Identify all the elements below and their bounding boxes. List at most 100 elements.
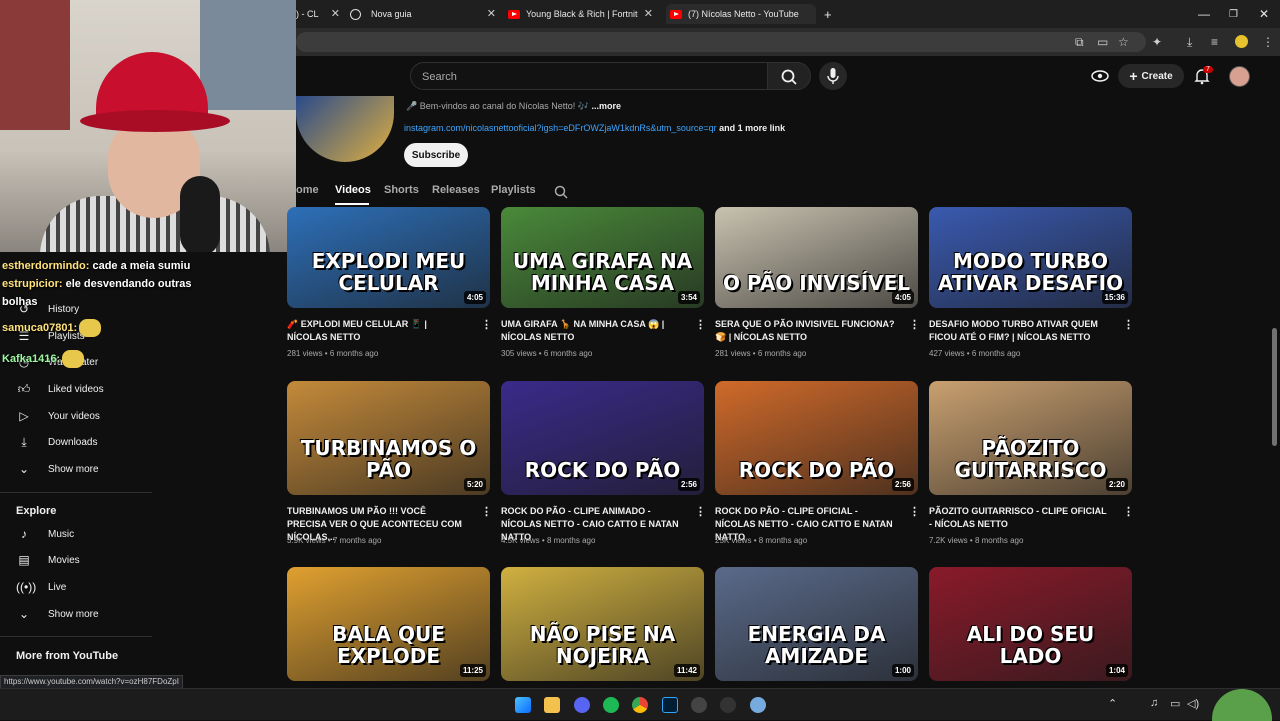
create-button[interactable]: + Create [1118, 64, 1184, 88]
address-input[interactable] [296, 32, 1146, 52]
video-title[interactable]: 🧨 EXPLODI MEU CELULAR 📱 | NÍCOLAS NETTO [287, 318, 467, 344]
volume-icon[interactable]: ◁) [1187, 697, 1199, 710]
bookmark-star-icon[interactable]: ☆ [1118, 35, 1129, 49]
spotify-icon[interactable] [603, 697, 619, 713]
video-menu-icon[interactable]: ⋮ [909, 505, 920, 518]
discord-icon[interactable] [574, 697, 590, 713]
create-label: Create [1141, 70, 1173, 82]
browser-tab[interactable]: Young Black & Rich | Fortnite E ✕ [508, 4, 653, 24]
downloads-icon[interactable]: ⤓ [1187, 35, 1192, 50]
eye-icon[interactable] [1090, 68, 1110, 84]
browser-menu-icon[interactable]: ⋮ [1262, 35, 1274, 49]
video-duration: 11:42 [673, 664, 700, 677]
chat-text: ele desvendando outras [65, 278, 192, 290]
thumbnail-text: NÃO PISE NA NOJEIRA [529, 622, 676, 668]
video-thumbnail[interactable]: NÃO PISE NA NOJEIRA 11:42 [501, 567, 704, 681]
video-meta: 281 views • 6 months ago [715, 349, 806, 358]
sidebar-item-downloads[interactable]: ⤓ Downloads [16, 432, 97, 452]
page-scrollbar[interactable] [1272, 328, 1277, 446]
video-thumbnail[interactable]: ROCK DO PÃO 2:56 [501, 381, 704, 495]
video-age: 6 months ago [329, 349, 379, 358]
video-thumbnail[interactable]: ALI DO SEU LADO 1:04 [929, 567, 1132, 681]
video-thumbnail[interactable]: EXPLODI MEU CELULAR 4:05 [287, 207, 490, 308]
video-menu-icon[interactable]: ⋮ [909, 318, 920, 331]
meta-separator: • [325, 536, 333, 545]
sidebar-item-show-more[interactable]: ⌄ Show more [16, 459, 99, 479]
video-thumbnail[interactable]: UMA GIRAFA NA MINHA CASA 3:54 [501, 207, 704, 308]
video-thumbnail[interactable]: O PÃO INVISÍVEL 4:05 [715, 207, 918, 308]
app-icon[interactable] [750, 697, 766, 713]
sidebar-item-movies[interactable]: ▤ Movies [16, 550, 79, 570]
video-menu-icon[interactable]: ⋮ [1123, 505, 1134, 518]
install-icon[interactable]: ▭ [1097, 35, 1108, 49]
windows-start-icon[interactable] [515, 697, 531, 713]
restore-icon[interactable]: ❐ [1229, 4, 1238, 24]
video-thumbnail[interactable]: BALA QUE EXPLODE 11:25 [287, 567, 490, 681]
browser-tab-active[interactable]: (7) Nícolas Netto - YouTube [666, 4, 816, 24]
media-player-icon[interactable] [691, 697, 707, 713]
video-thumbnail[interactable]: ENERGIA DA AMIZADE 1:00 [715, 567, 918, 681]
browser-tab[interactable]: Nova guia ✕ [350, 4, 496, 24]
sidebar-divider [0, 492, 152, 493]
sidebar-item-music[interactable]: ♪ Music [16, 524, 74, 544]
network-icon[interactable]: ▭ [1170, 697, 1180, 710]
tab-videos[interactable]: Videos [335, 184, 371, 196]
profile-icon[interactable] [1235, 35, 1248, 48]
close-tab-icon[interactable]: ✕ [487, 7, 496, 20]
search-input[interactable]: Search [410, 62, 768, 90]
tab-shorts[interactable]: Shorts [384, 184, 419, 196]
subscribe-button[interactable]: Subscribe [404, 143, 468, 167]
meta-separator: • [964, 349, 972, 358]
video-thumbnail[interactable]: MODO TURBO ATIVAR DESAFIO 15:36 [929, 207, 1132, 308]
video-thumbnail[interactable]: ROCK DO PÃO 2:56 [715, 381, 918, 495]
steam-icon[interactable] [720, 697, 736, 713]
minimize-icon[interactable]: — [1198, 4, 1210, 24]
video-age: 6 months ago [757, 349, 807, 358]
more-links-link[interactable]: and 1 more link [719, 123, 785, 133]
status-url: https://www.youtube.com/watch?v=ozH87FDo… [0, 675, 183, 689]
new-tab-button[interactable]: + [824, 4, 836, 24]
video-title[interactable]: PÃOZITO GUITARRISCO - CLIPE OFICIAL - NÍ… [929, 505, 1109, 531]
video-menu-icon[interactable]: ⋮ [695, 505, 706, 518]
close-tab-icon[interactable]: ✕ [331, 7, 340, 20]
close-window-icon[interactable]: ✕ [1259, 4, 1269, 24]
close-tab-icon[interactable]: ✕ [644, 7, 653, 20]
tab-search-icon[interactable]: ≡ [1211, 35, 1218, 49]
account-avatar[interactable] [1229, 66, 1250, 87]
video-title[interactable]: UMA GIRAFA 🦒 NA MINHA CASA 😱 | NÍCOLAS N… [501, 318, 681, 344]
file-explorer-icon[interactable] [544, 697, 560, 713]
tab-playlists[interactable]: Playlists [491, 184, 536, 196]
video-duration: 15:36 [1101, 291, 1128, 304]
translate-icon[interactable]: ⧉ [1075, 35, 1084, 50]
video-menu-icon[interactable]: ⋮ [481, 318, 492, 331]
browser-tab[interactable]: ) - CL ✕ [296, 4, 340, 24]
video-menu-icon[interactable]: ⋮ [1123, 318, 1134, 331]
microphone-tray-icon[interactable]: ♫ [1150, 697, 1158, 709]
sidebar-item-your-videos[interactable]: ▷ Your videos [16, 406, 100, 426]
video-thumbnail[interactable]: TURBINAMOS O PÃO 5:20 [287, 381, 490, 495]
channel-search-icon[interactable] [553, 184, 569, 200]
tab-label: (7) Nícolas Netto - YouTube [688, 9, 799, 19]
photoshop-icon[interactable] [662, 697, 678, 713]
voice-search-button[interactable] [819, 62, 847, 90]
tab-home[interactable]: ome [296, 184, 319, 196]
tab-releases[interactable]: Releases [432, 184, 480, 196]
video-duration: 5:20 [463, 478, 486, 491]
thumbnail-text: O PÃO INVISÍVEL [722, 271, 911, 295]
extensions-icon[interactable]: ✦ [1152, 35, 1162, 49]
sidebar-item-live[interactable]: ((•)) Live [16, 577, 66, 597]
chrome-icon[interactable] [632, 697, 648, 713]
video-duration: 4:05 [891, 291, 914, 304]
video-menu-icon[interactable]: ⋮ [481, 505, 492, 518]
video-title[interactable]: SERA QUE O PÃO INVISIVEL FUNCIONA? 🍞 | N… [715, 318, 895, 344]
search-button[interactable] [767, 62, 811, 90]
chat-emote [79, 319, 102, 337]
video-thumbnail[interactable]: PÃOZITO GUITARRISCO 2:20 [929, 381, 1132, 495]
video-title[interactable]: DESAFIO MODO TURBO ATIVAR QUEM FICOU ATÉ… [929, 318, 1109, 344]
sidebar-item-liked[interactable]: 👍︎ Liked videos [16, 379, 104, 399]
more-link[interactable]: ...more [592, 101, 622, 111]
tray-chevron-icon[interactable]: ⌃ [1108, 697, 1117, 710]
instagram-link[interactable]: instagram.com/nicolasnettooficial?igsh=e… [404, 123, 717, 133]
sidebar-item-explore-show-more[interactable]: ⌄ Show more [16, 604, 99, 624]
video-menu-icon[interactable]: ⋮ [695, 318, 706, 331]
